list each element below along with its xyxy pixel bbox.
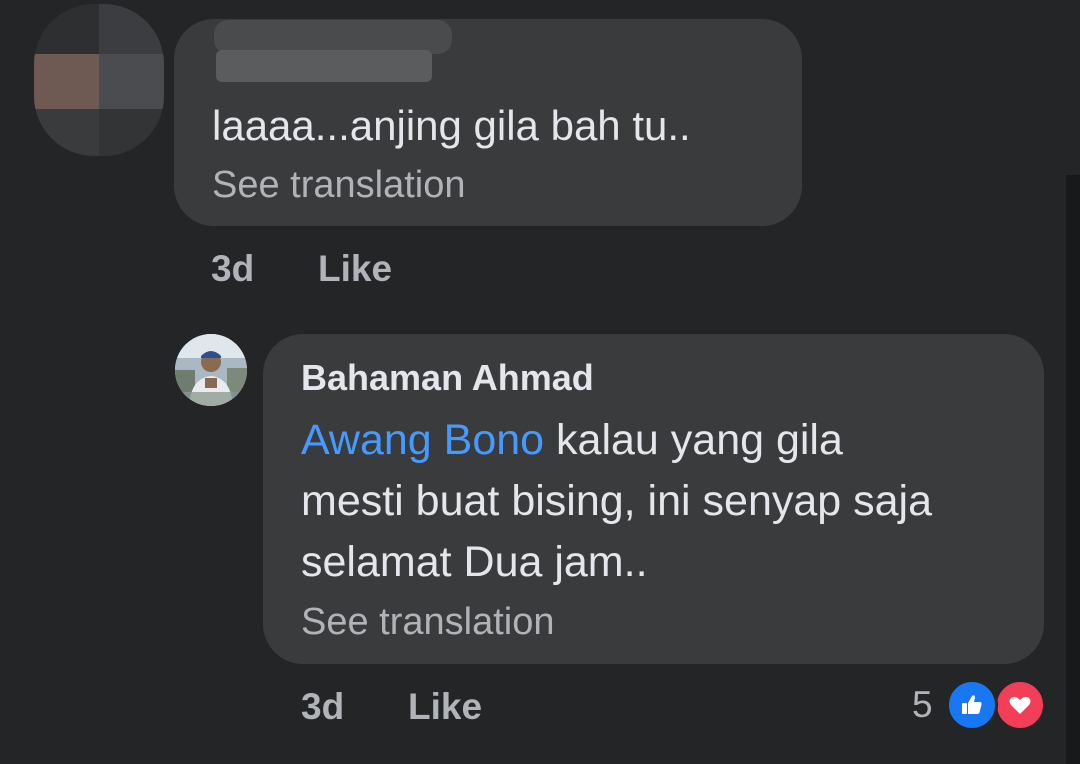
mention-link[interactable]: Awang Bono [301,416,544,464]
comment-line: mesti buat bising, ini senyap saja [301,477,933,525]
avatar-redacted[interactable] [34,4,164,156]
see-translation-link[interactable]: See translation [212,161,466,209]
thumbs-up-icon [962,695,982,714]
comment-timestamp[interactable]: 3d [301,686,344,728]
comment-line: Awang Bono kalau yang gila [301,410,1031,471]
see-translation-link[interactable]: See translation [301,598,555,646]
comment-text: laaaa...anjing gila bah tu.. [212,102,691,149]
comment-timestamp[interactable]: 3d [211,248,254,290]
love-icon[interactable] [994,679,1046,731]
heart-icon [1009,696,1031,714]
avatar[interactable] [175,334,247,406]
feed-edge [1066,175,1080,764]
reaction-count[interactable]: 5 [912,684,933,726]
comment-text-part: kalau yang gila [556,416,843,464]
author-name-redacted[interactable] [216,50,432,82]
like-button[interactable]: Like [318,248,392,290]
like-button[interactable]: Like [408,686,482,728]
comment-line: selamat Dua jam.. [301,538,648,586]
author-name[interactable]: Bahaman Ahmad [301,357,594,399]
like-icon[interactable] [946,679,998,731]
comment-text: Awang Bono kalau yang gila mesti buat bi… [301,410,1031,593]
author-name-redacted [214,20,452,54]
profile-photo [175,334,247,406]
